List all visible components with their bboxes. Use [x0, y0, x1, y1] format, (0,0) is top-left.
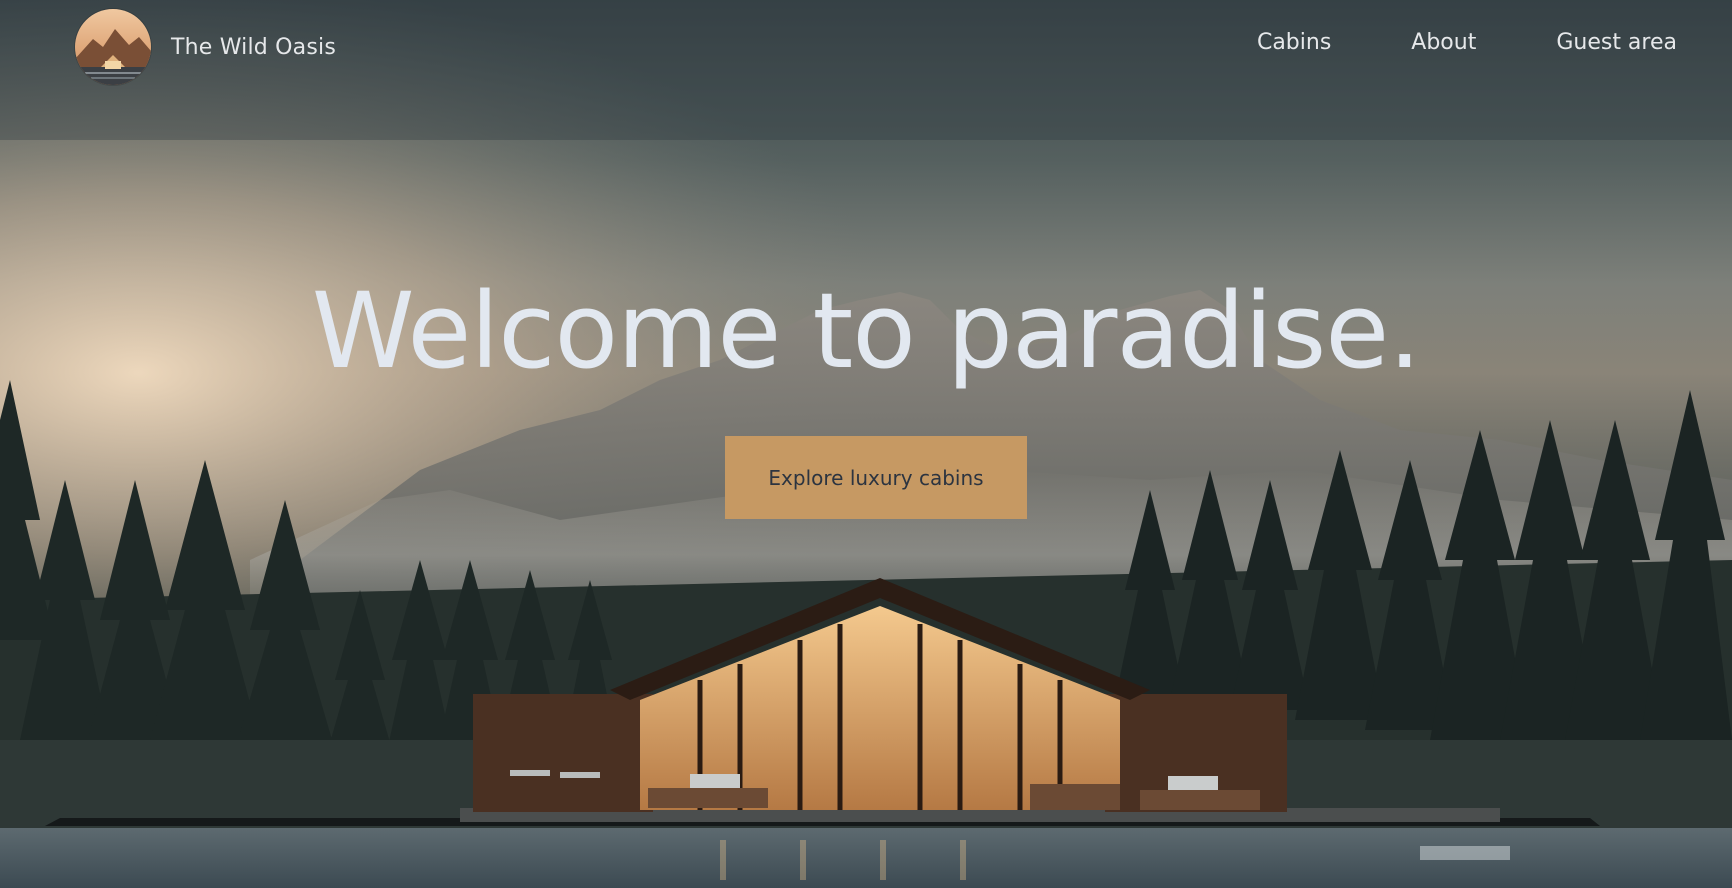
cabin-mountain-logo-icon: [75, 9, 151, 85]
brand-home-link[interactable]: The Wild Oasis: [75, 9, 336, 85]
brand-name: The Wild Oasis: [171, 34, 336, 60]
site-header: The Wild Oasis Cabins About Guest area: [0, 0, 1732, 92]
explore-cabins-button[interactable]: Explore luxury cabins: [725, 436, 1027, 519]
hero-title: Welcome to paradise.: [311, 270, 1422, 392]
main-navigation: Cabins About Guest area: [1257, 30, 1677, 55]
nav-link-about[interactable]: About: [1411, 30, 1476, 55]
nav-link-guest-area[interactable]: Guest area: [1556, 30, 1677, 55]
nav-link-cabins[interactable]: Cabins: [1257, 30, 1331, 55]
home-page: The Wild Oasis Cabins About Guest area W…: [0, 0, 1732, 888]
